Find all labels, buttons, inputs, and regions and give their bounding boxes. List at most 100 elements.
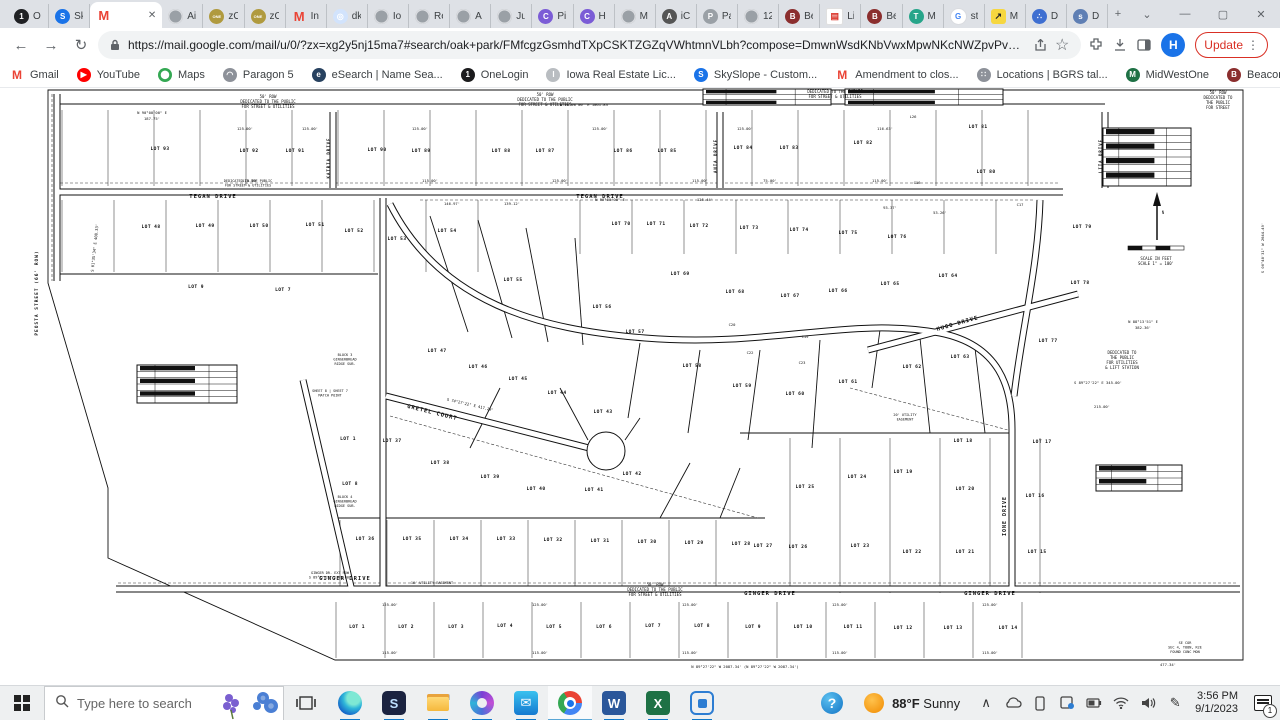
browser-tab[interactable]: ◎dk: [327, 4, 368, 28]
close-button[interactable]: ✕: [1242, 0, 1280, 28]
mail-taskbar-button[interactable]: ✉: [504, 686, 548, 720]
tab-label: Ai: [187, 11, 196, 22]
volume-icon[interactable]: [1136, 688, 1160, 718]
browser-tab[interactable]: Gst: [944, 4, 985, 28]
browser-tab[interactable]: BBe: [861, 4, 902, 28]
browser-tab[interactable]: MIn: [286, 4, 327, 28]
browser-tab[interactable]: AiC: [656, 4, 697, 28]
maximize-button[interactable]: ▢: [1204, 0, 1242, 28]
side-panel-icon[interactable]: [1137, 38, 1151, 52]
onedrive-cloud-icon[interactable]: [1001, 688, 1025, 718]
bookmark-item[interactable]: MMidWestOne: [1126, 68, 1209, 82]
browser-tab[interactable]: 1O: [8, 4, 49, 28]
cul-de-sac: [587, 432, 625, 470]
bookmark-item[interactable]: ∷Locations | BGRS tal...: [977, 68, 1108, 82]
search-flowers-decoration[interactable]: [219, 688, 281, 720]
start-button[interactable]: [0, 686, 44, 720]
lot-label: LOT 51: [306, 222, 325, 228]
taskbar-search-input[interactable]: Type here to search: [44, 686, 284, 720]
browser-tab[interactable]: ↗M: [985, 4, 1026, 28]
tab-label: dk: [352, 11, 361, 22]
downloads-icon[interactable]: [1113, 38, 1127, 52]
bookmark-item[interactable]: MGmail: [10, 68, 59, 82]
browser-tab[interactable]: BBe: [779, 4, 820, 28]
browser-tab[interactable]: ONEzO: [245, 4, 286, 28]
tray-expand-icon[interactable]: ∧: [974, 688, 998, 718]
battery-icon[interactable]: [1082, 688, 1106, 718]
bookmark-item[interactable]: BBeacon: [1227, 68, 1280, 82]
task-view-taskbar-button[interactable]: [284, 686, 328, 720]
word-taskbar-button[interactable]: W: [592, 686, 636, 720]
browser-tab[interactable]: CPi: [532, 4, 573, 28]
browser-tab[interactable]: CH: [574, 4, 615, 28]
globe-favicon-icon: [374, 9, 389, 24]
browser-tab[interactable]: Ai: [162, 4, 203, 28]
get-help-app[interactable]: ?: [810, 686, 854, 720]
forward-button[interactable]: →: [38, 32, 64, 58]
lot-label: LOT 88: [492, 148, 511, 154]
shift-app-taskbar-button[interactable]: S: [372, 686, 416, 720]
browser-tab[interactable]: sD: [1067, 4, 1108, 28]
chrome-taskbar-button[interactable]: [548, 686, 592, 720]
bookmark-item[interactable]: 1OneLogin: [461, 68, 529, 82]
browser-tab[interactable]: A: [450, 4, 491, 28]
action-center-button[interactable]: 1: [1246, 686, 1280, 720]
lot-label: LOT 28: [732, 541, 751, 547]
security-icon[interactable]: [1055, 688, 1079, 718]
edge-taskbar-button[interactable]: [328, 686, 372, 720]
bookmark-favicon-icon: ∷: [977, 68, 991, 82]
plat-map-document[interactable]: TEGAN DRIVETEGAN DRIVEGINGER DRIVEGINGER…: [0, 88, 1280, 685]
address-bar[interactable]: https://mail.google.com/mail/u/0/?zx=xg2…: [98, 31, 1081, 59]
camera-app-icon: [690, 691, 714, 715]
bookmark-favicon-icon: ⬤: [158, 68, 172, 82]
excel-taskbar-button[interactable]: X: [636, 686, 680, 720]
bookmark-item[interactable]: ⬤Maps: [158, 68, 205, 82]
bookmark-item[interactable]: IIowa Real Estate Lic...: [546, 68, 675, 82]
bookmark-item[interactable]: SSkySlope - Custom...: [694, 68, 817, 82]
extensions-puzzle-icon[interactable]: [1089, 38, 1103, 52]
bookmark-item[interactable]: eeSearch | Name Sea...: [312, 68, 443, 82]
file-explorer-taskbar-button[interactable]: [416, 686, 460, 720]
back-button[interactable]: ←: [8, 32, 34, 58]
dimension-label: 115.00': [692, 178, 708, 183]
disc-favicon-icon: S: [55, 9, 70, 24]
new-tab-button[interactable]: +: [1108, 0, 1128, 28]
map-annotation: RIDGE SUB.: [334, 504, 355, 508]
minimize-button[interactable]: —: [1166, 0, 1204, 28]
bookmark-star-icon[interactable]: ☆: [1055, 35, 1069, 55]
lot-label: LOT 35: [403, 536, 422, 542]
share-icon[interactable]: [1034, 39, 1047, 52]
bookmark-favicon-icon: B: [1227, 68, 1241, 82]
lot-label: LOT 58: [683, 363, 702, 369]
bookmark-item[interactable]: ▶YouTube: [77, 68, 140, 82]
tab-close-icon[interactable]: ✕: [148, 10, 156, 21]
pen-icon[interactable]: ✎: [1163, 688, 1187, 718]
browser-tab[interactable]: Ju: [491, 4, 532, 28]
camera-app-taskbar-button[interactable]: [680, 686, 724, 720]
browser-tab[interactable]: Io: [368, 4, 409, 28]
bookmark-item[interactable]: ◠Paragon 5: [223, 68, 294, 82]
disc-favicon-icon: s: [1073, 9, 1088, 24]
loop-app-taskbar-button[interactable]: [460, 686, 504, 720]
browser-tab[interactable]: 12: [738, 4, 779, 28]
phone-link-icon[interactable]: [1028, 688, 1052, 718]
browser-tab[interactable]: TM: [903, 4, 944, 28]
weather-widget[interactable]: 88°F Sunny: [854, 693, 970, 713]
tab-search-icon[interactable]: ⌄: [1128, 0, 1166, 28]
browser-tab[interactable]: M: [615, 4, 656, 28]
browser-tab[interactable]: PPa: [697, 4, 738, 28]
chrome-menu-icon[interactable]: ⋮: [1247, 38, 1259, 52]
tab-active-gmail[interactable]: M✕: [90, 2, 162, 28]
browser-tab[interactable]: ∴D: [1026, 4, 1067, 28]
browser-tab[interactable]: SSk: [49, 4, 90, 28]
bookmark-item[interactable]: MAmendment to clos...: [835, 68, 958, 82]
search-icon: [55, 694, 69, 713]
browser-tab[interactable]: ▤Li: [820, 4, 861, 28]
update-button[interactable]: Update ⋮: [1195, 32, 1268, 58]
browser-tab[interactable]: ONEzO: [203, 4, 244, 28]
wifi-icon[interactable]: [1109, 688, 1133, 718]
browser-tab[interactable]: Re: [409, 4, 450, 28]
reload-button[interactable]: ↻: [68, 32, 94, 58]
taskbar-clock[interactable]: 3:56 PM 9/1/2023: [1187, 690, 1246, 716]
profile-avatar[interactable]: H: [1161, 33, 1185, 57]
